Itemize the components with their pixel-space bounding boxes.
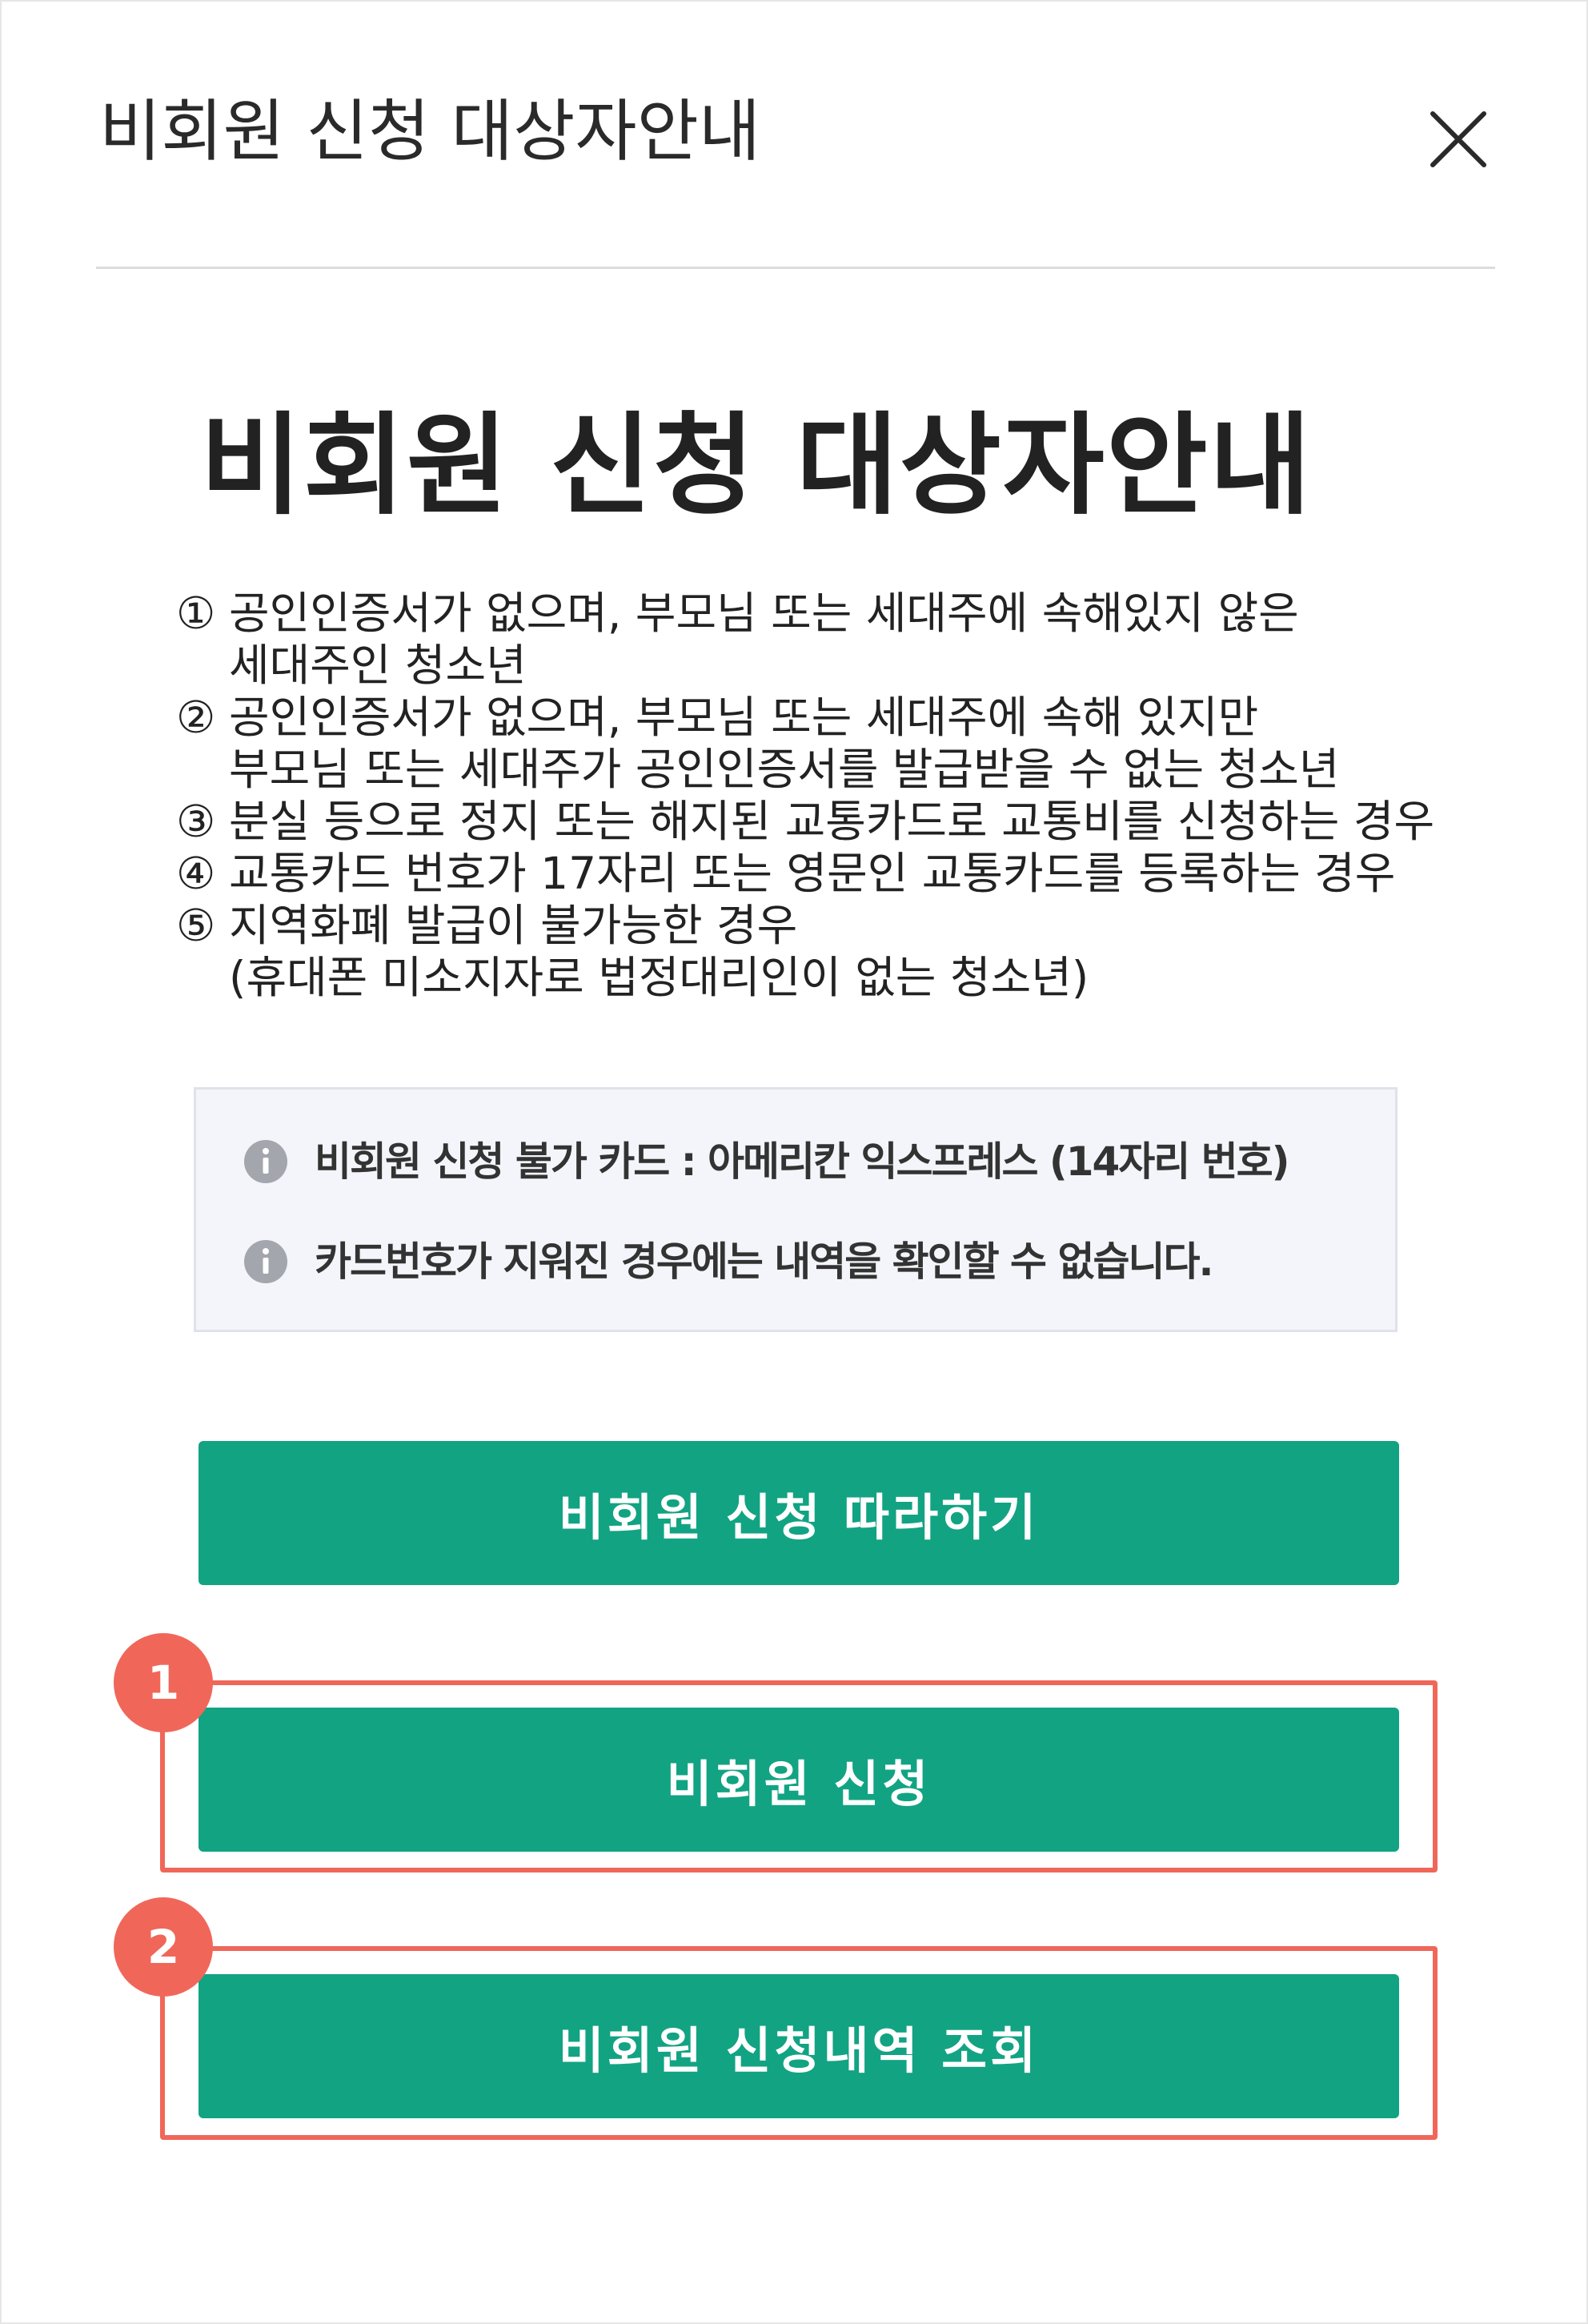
step-badge: 1: [114, 1633, 213, 1732]
eligibility-list: ① 공인인증서가 없으며, 부모님 또는 세대주에 속해있지 않은 세대주인 청…: [176, 588, 1434, 1004]
guide-button[interactable]: 비회원 신청 따라하기: [198, 1441, 1399, 1585]
page-title: 비회원 신청 대상자안내: [200, 401, 1313, 530]
list-item-number: ④: [176, 848, 216, 899]
history-button[interactable]: 비회원 신청내역 조회: [198, 1974, 1399, 2118]
notice-item: 비회원 신청 불가 카드 : 아메리칸 익스프레스 (14자리 번호): [244, 1138, 1290, 1186]
info-icon: [244, 1240, 287, 1283]
step-badge: 2: [114, 1897, 213, 1997]
list-item-text: 세대주인 청소년: [229, 640, 527, 691]
notice-text: 비회원 신청 불가 카드 : 아메리칸 익스프레스 (14자리 번호): [315, 1138, 1290, 1185]
list-item-text: 공인인증서가 없으며, 부모님 또는 세대주에 속해있지 않은: [229, 588, 1299, 639]
close-button[interactable]: [1425, 106, 1492, 173]
list-item-number: ③: [176, 796, 216, 847]
notice-box: 비회원 신청 불가 카드 : 아메리칸 익스프레스 (14자리 번호) 카드번호…: [194, 1087, 1398, 1332]
dialog-title: 비회원 신청 대상자안내: [99, 92, 761, 171]
list-item-text: 부모님 또는 세대주가 공인인증서를 발급받을 수 없는 청소년: [229, 744, 1340, 795]
header-divider: [96, 267, 1495, 269]
list-item-number: ②: [176, 692, 216, 743]
list-item-text: 교통카드 번호가 17자리 또는 영문인 교통카드를 등록하는 경우: [229, 848, 1396, 899]
list-item: ⑤ 지역화폐 발급이 불가능한 경우 (휴대폰 미소지자로 법정대리인이 없는 …: [176, 900, 1434, 1004]
info-icon: [244, 1140, 287, 1183]
list-item: ① 공인인증서가 없으며, 부모님 또는 세대주에 속해있지 않은 세대주인 청…: [176, 588, 1434, 692]
dialog: 비회원 신청 대상자안내 비회원 신청 대상자안내 ① 공인인증서가 없으며, …: [0, 0, 1588, 2324]
list-item: ③ 분실 등으로 정지 또는 해지된 교통카드로 교통비를 신청하는 경우: [176, 796, 1434, 848]
apply-button[interactable]: 비회원 신청: [198, 1708, 1399, 1852]
list-item-number: ①: [176, 588, 216, 639]
list-item-number: ⑤: [176, 900, 216, 951]
close-icon: [1430, 111, 1486, 167]
list-item: ② 공인인증서가 없으며, 부모님 또는 세대주에 속해 있지만 부모님 또는 …: [176, 692, 1434, 796]
list-item-text: (휴대폰 미소지자로 법정대리인이 없는 청소년): [229, 952, 1089, 1003]
list-item-text: 공인인증서가 없으며, 부모님 또는 세대주에 속해 있지만: [229, 692, 1259, 743]
list-item: ④ 교통카드 번호가 17자리 또는 영문인 교통카드를 등록하는 경우: [176, 848, 1434, 900]
notice-item: 카드번호가 지워진 경우에는 내역을 확인할 수 없습니다.: [244, 1238, 1213, 1286]
notice-text: 카드번호가 지워진 경우에는 내역을 확인할 수 없습니다.: [315, 1238, 1213, 1285]
list-item-text: 지역화폐 발급이 불가능한 경우: [229, 900, 798, 951]
list-item-text: 분실 등으로 정지 또는 해지된 교통카드로 교통비를 신청하는 경우: [229, 796, 1435, 847]
